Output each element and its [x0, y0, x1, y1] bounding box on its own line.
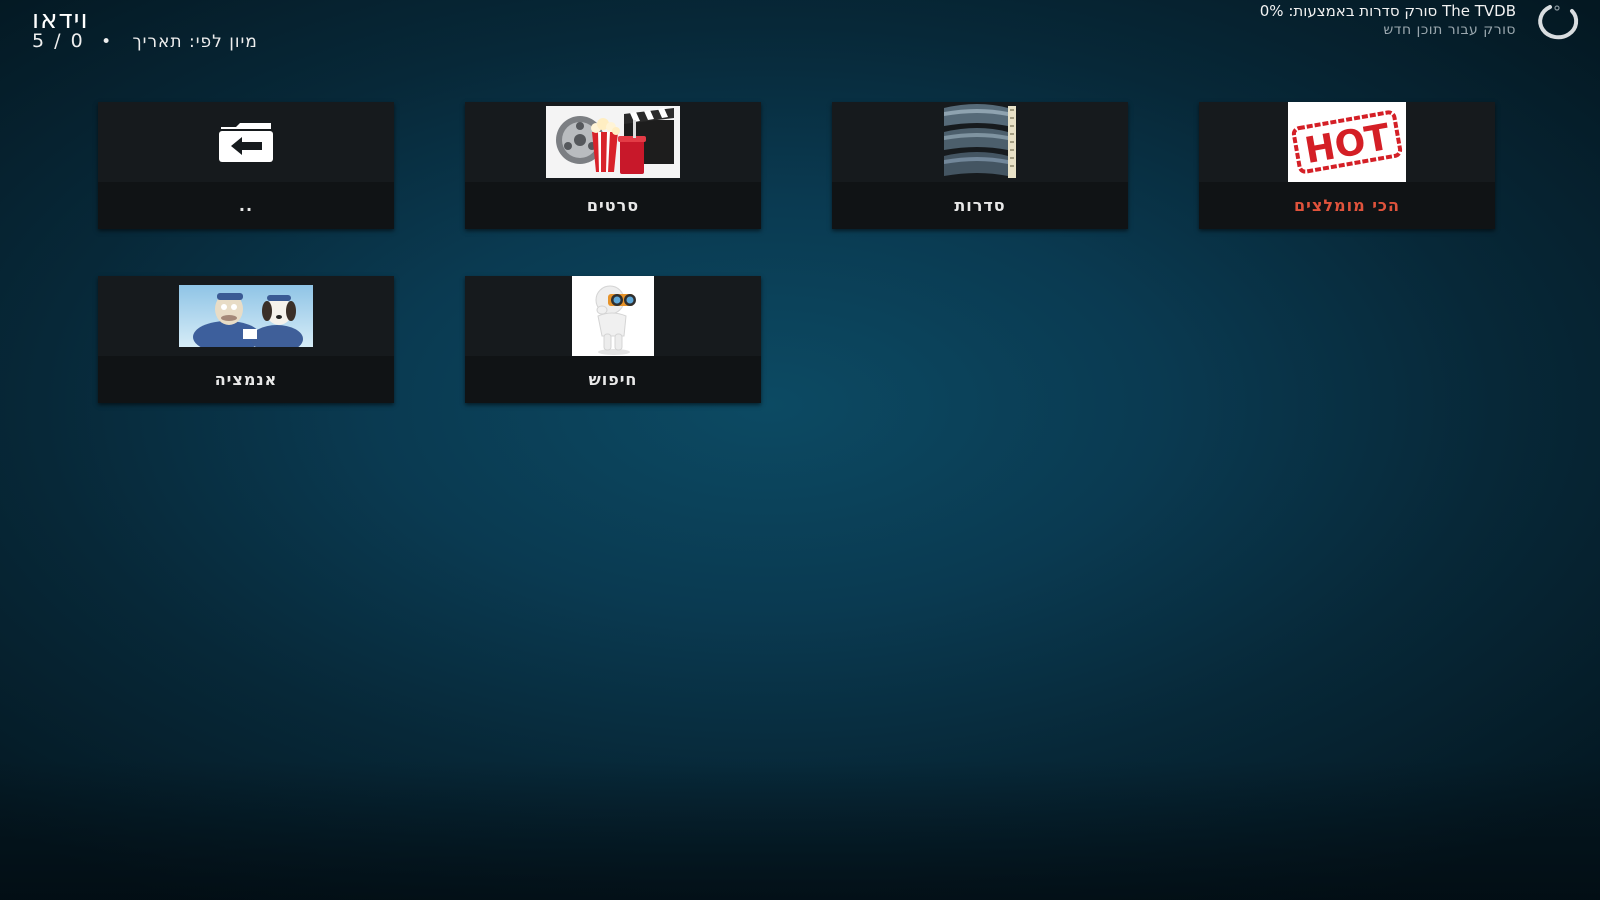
tile-label: סדרות — [832, 182, 1128, 229]
tile-label: הכי מומלצים — [1199, 182, 1495, 229]
tile-label: סרטים — [465, 182, 761, 229]
tile-parent-folder[interactable]: .. — [98, 102, 394, 229]
item-count: 5 / 0 — [32, 30, 85, 52]
movies-popcorn-thumbnail — [546, 106, 680, 178]
scan-status-progress: 0% :סורק סדרות באמצעות The TVDB — [1259, 2, 1516, 20]
separator-dot: • — [101, 32, 113, 52]
tile-label: .. — [98, 182, 394, 229]
tile-top-recommended[interactable]: HOT הכי מומלצים — [1199, 102, 1495, 229]
binoculars-figure-thumbnail — [572, 276, 654, 356]
tile-label: אנמציה — [98, 356, 394, 403]
sort-info: 5 / 0 • מיון לפי: תאריך — [32, 30, 258, 53]
tile-movies[interactable]: סרטים — [465, 102, 761, 229]
folder-back-icon — [219, 123, 273, 162]
sort-label: מיון לפי: תאריך — [132, 32, 258, 52]
tv-series-stack-thumbnail — [944, 104, 1016, 178]
tile-animation[interactable]: אנמציה — [98, 276, 394, 403]
tile-label: חיפוש — [465, 356, 761, 403]
tile-search[interactable]: חיפוש — [465, 276, 761, 403]
busy-spinner-icon — [1538, 5, 1579, 40]
tile-tv-series[interactable]: סדרות — [832, 102, 1128, 229]
hot-stamp-thumbnail: HOT — [1288, 102, 1406, 182]
background-shade — [0, 760, 1600, 900]
scan-status-detail: סורק עבור תוכן חדש — [1383, 22, 1516, 38]
animation-characters-thumbnail — [179, 285, 313, 347]
scan-status: 0% :סורק סדרות באמצעות The TVDB סורק עבו… — [1260, 2, 1516, 39]
